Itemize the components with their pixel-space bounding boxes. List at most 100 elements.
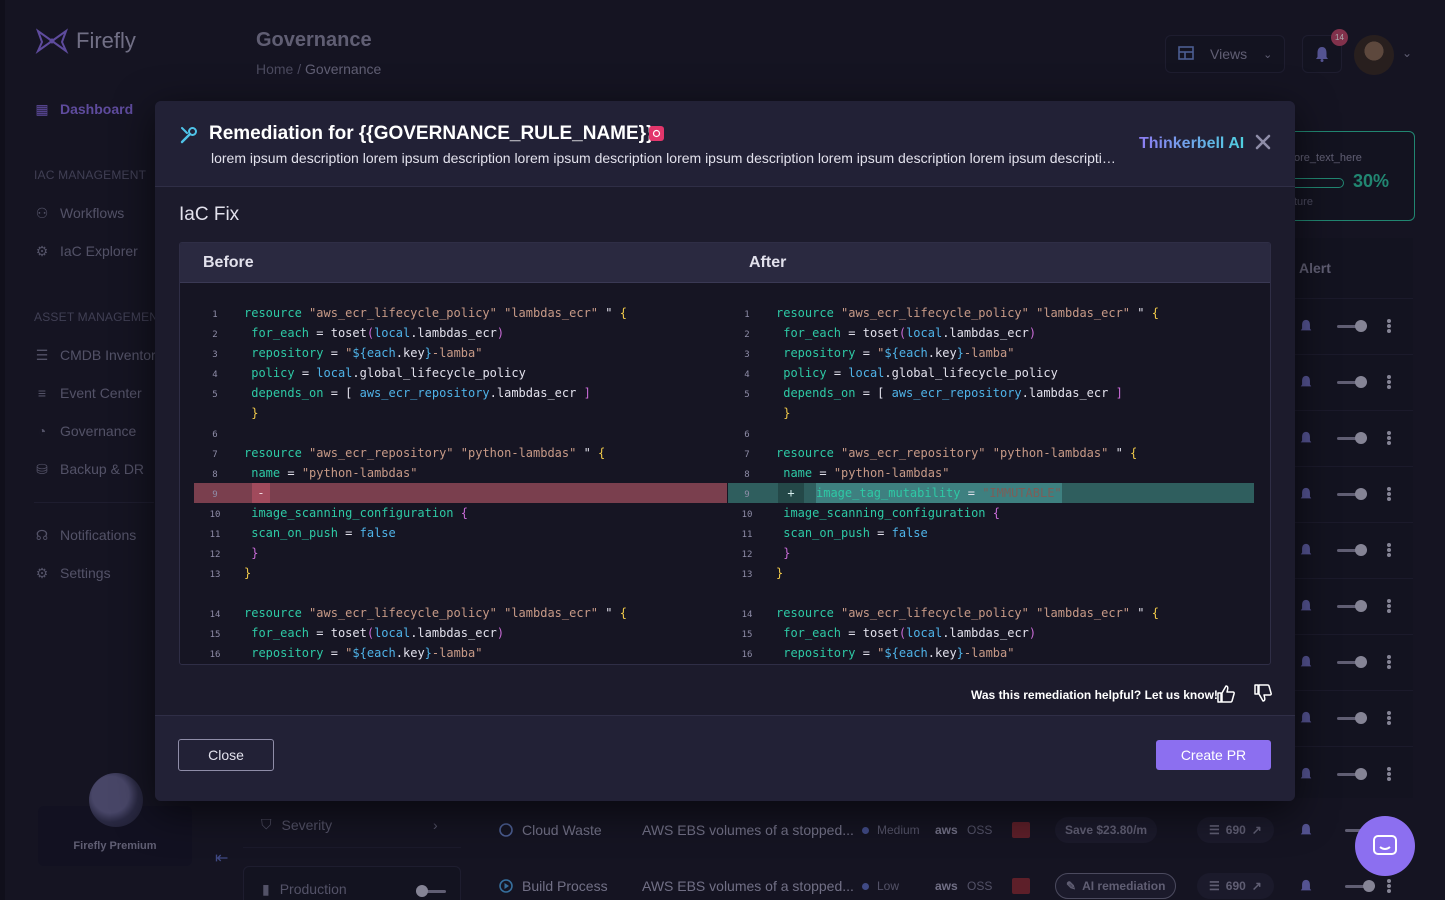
line-number: 11 <box>209 530 221 540</box>
thumbs-up-icon[interactable] <box>1216 684 1236 704</box>
code-line: 6 <box>180 423 726 443</box>
line-number: 7 <box>212 450 218 460</box>
code-line: } <box>712 403 1258 423</box>
code-line: 15 for_each = toset(local.lambdas_ecr) <box>180 623 726 643</box>
line-number: 6 <box>744 430 750 440</box>
code-text: depends_on = [ aws_ecr_repository.lambda… <box>251 386 591 400</box>
code-diff: Before After 1 resource "aws_ecr_lifecycl… <box>179 242 1271 665</box>
code-line: 14 resource "aws_ecr_lifecycle_policy" "l… <box>712 603 1258 623</box>
code-line: 16 repository = "${each.key}-lamba" <box>712 643 1258 663</box>
code-line: 11 scan_on_push = false <box>712 523 1258 543</box>
code-line: 10 image_scanning_configuration { <box>180 503 726 523</box>
close-icon[interactable] <box>1254 133 1272 151</box>
chat-icon <box>1373 835 1397 855</box>
line-number: 13 <box>209 570 221 580</box>
removed-line-marker: - <box>252 483 270 503</box>
line-number: 5 <box>744 390 750 400</box>
code-text: depends_on = [ aws_ecr_repository.lambda… <box>783 386 1123 400</box>
line-number: 9 <box>744 490 750 500</box>
section-title: IaC Fix <box>179 204 240 225</box>
chat-launcher[interactable] <box>1355 816 1415 876</box>
code-line: 4 policy = local.global_lifecycle_policy <box>180 363 726 383</box>
code-text: } <box>776 566 784 580</box>
feedback-prompt: Was this remediation helpful? Let us kno… <box>971 688 1218 702</box>
line-number: 2 <box>744 330 750 340</box>
code-text: policy = local.global_lifecycle_policy <box>783 366 1058 380</box>
code-text: resource "aws_ecr_lifecycle_policy" "lam… <box>244 306 627 320</box>
thumbs-down-icon[interactable] <box>1253 683 1273 703</box>
code-text: for_each = toset(local.lambdas_ecr) <box>251 626 505 640</box>
close-button[interactable]: Close <box>178 739 274 771</box>
code-text: scan_on_push = false <box>251 526 396 540</box>
line-number: 16 <box>209 650 221 660</box>
code-line: } <box>180 403 726 423</box>
code-line: 11 scan_on_push = false <box>180 523 726 543</box>
code-line: 6 <box>712 423 1258 443</box>
line-number: 12 <box>741 550 753 560</box>
modal-description: lorem ipsum description lorem ipsum desc… <box>211 150 1116 166</box>
modal-header: Remediation for {{GOVERNANCE_RULE_NAME}}… <box>155 101 1295 187</box>
code-text: resource "aws_ecr_repository" "python-la… <box>244 446 606 460</box>
code-text: resource "aws_ecr_repository" "python-la… <box>776 446 1138 460</box>
line-number: 13 <box>741 570 753 580</box>
diff-header: Before After <box>180 243 1270 283</box>
code-line: 13} <box>180 563 726 583</box>
line-number: 9 <box>212 490 218 500</box>
code-line: 5 depends_on = [ aws_ecr_repository.lamb… <box>712 383 1258 403</box>
added-line-marker: + <box>778 483 804 503</box>
code-line: 2 for_each = toset(local.lambdas_ecr) <box>712 323 1258 343</box>
code-line: 2 for_each = toset(local.lambdas_ecr) <box>180 323 726 343</box>
code-text: resource "aws_ecr_lifecycle_policy" "lam… <box>776 306 1159 320</box>
line-number: 3 <box>212 350 218 360</box>
line-number: 10 <box>209 510 221 520</box>
code-line: 10 image_scanning_configuration { <box>712 503 1258 523</box>
line-number: 3 <box>744 350 750 360</box>
code-text: } <box>244 566 252 580</box>
line-number: 2 <box>212 330 218 340</box>
create-pr-button[interactable]: Create PR <box>1156 740 1271 770</box>
line-number: 11 <box>741 530 753 540</box>
line-number: 10 <box>741 510 753 520</box>
line-number: 5 <box>212 390 218 400</box>
code-line: 5 depends_on = [ aws_ecr_repository.lamb… <box>180 383 726 403</box>
code-line: 16 repository = "${each.key}-lamba" <box>180 643 726 663</box>
line-number: 1 <box>744 310 750 320</box>
before-label: Before <box>203 254 254 271</box>
line-number: 15 <box>741 630 753 640</box>
tools-icon <box>180 127 197 144</box>
code-line: 7 resource "aws_ecr_repository" "python-l… <box>180 443 726 463</box>
code-text: repository = "${each.key}-lamba" <box>251 346 483 360</box>
code-text: resource "aws_ecr_lifecycle_policy" "lam… <box>244 606 627 620</box>
modal-title: Remediation for {{GOVERNANCE_RULE_NAME}} <box>209 123 654 144</box>
code-line: 3 repository = "${each.key}-lamba" <box>180 343 726 363</box>
line-number: 14 <box>741 610 753 620</box>
code-text: name = "python-lambdas" <box>251 466 418 480</box>
code-text: repository = "${each.key}-lamba" <box>783 646 1015 660</box>
after-label: After <box>749 254 787 271</box>
line-number: 1 <box>212 310 218 320</box>
before-pane: 1 resource "aws_ecr_lifecycle_policy" "la… <box>180 283 727 664</box>
code-text: image_scanning_configuration { <box>783 506 1000 520</box>
code-line: 9 + image_tag_mutability = "IMMUTABLE" <box>728 483 1254 503</box>
code-text: for_each = toset(local.lambdas_ecr) <box>783 626 1037 640</box>
line-number: 4 <box>212 370 218 380</box>
code-line: 9- <box>194 483 727 503</box>
code-text: } <box>783 546 791 560</box>
code-line: 7 resource "aws_ecr_repository" "python-l… <box>712 443 1258 463</box>
added-code: image_tag_mutability = "IMMUTABLE" <box>816 483 1062 503</box>
after-pane: 1 resource "aws_ecr_lifecycle_policy" "la… <box>712 283 1258 664</box>
code-line: 8 name = "python-lambdas" <box>712 463 1258 483</box>
line-number: 12 <box>209 550 221 560</box>
modal-footer: Close Create PR <box>155 715 1295 801</box>
line-number: 15 <box>209 630 221 640</box>
code-text: } <box>783 406 791 420</box>
line-number: 14 <box>209 610 221 620</box>
code-text: scan_on_push = false <box>783 526 928 540</box>
line-number: 16 <box>741 650 753 660</box>
code-line: 12 } <box>180 543 726 563</box>
line-number: 6 <box>212 430 218 440</box>
code-text: for_each = toset(local.lambdas_ecr) <box>251 326 505 340</box>
code-text: } <box>251 546 259 560</box>
line-number: 7 <box>744 450 750 460</box>
code-line: 1 resource "aws_ecr_lifecycle_policy" "la… <box>180 303 726 323</box>
